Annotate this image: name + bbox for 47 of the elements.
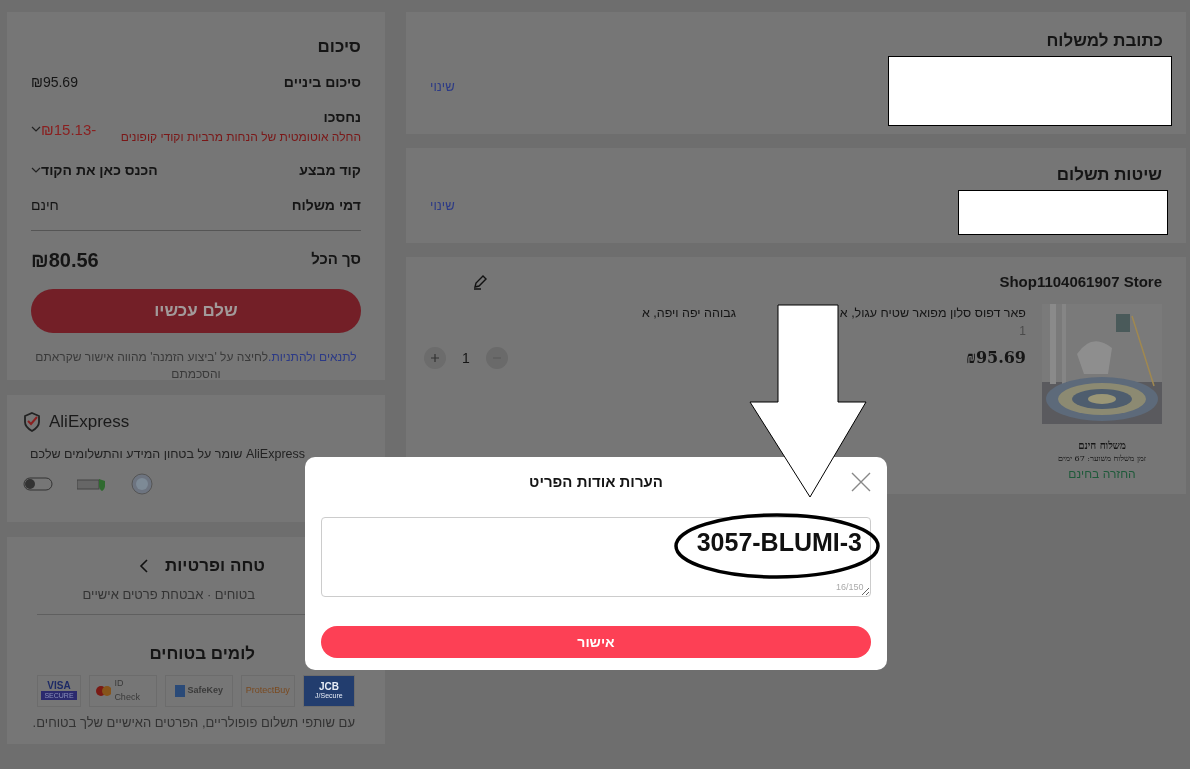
store-name: Shop1104061907 Store: [999, 272, 1162, 292]
section-title: טחה ופרטיות: [165, 555, 265, 577]
total-label: סך הכל: [311, 249, 361, 270]
confirm-button[interactable]: אישור: [321, 626, 871, 658]
certification-badge-icon: [23, 477, 53, 492]
close-icon[interactable]: [851, 472, 871, 492]
pencil-icon[interactable]: [472, 274, 488, 291]
section-title: שיטות תשלום: [1056, 164, 1162, 186]
row-label: סיכום ביניים: [283, 72, 361, 92]
certification-badge-icon: [131, 473, 153, 496]
change-link[interactable]: שינוי: [430, 195, 455, 215]
dialog-title: הערות אודות הפריט: [529, 471, 663, 492]
shipping-label: משלוח חינם: [1077, 438, 1127, 453]
shield-check-icon: [23, 411, 41, 432]
chevron-left-icon[interactable]: [139, 558, 149, 573]
row-label: דמי משלוח: [291, 195, 361, 215]
change-link[interactable]: שינוי: [430, 77, 455, 97]
terms-link[interactable]: לתנאים ולהתניות.: [268, 349, 357, 364]
increase-button[interactable]: [424, 347, 446, 370]
row-value[interactable]: הכנס כאן את הקוד: [41, 159, 158, 181]
brand-name: AliExpress: [49, 411, 130, 433]
chevron-down-icon[interactable]: [31, 166, 41, 174]
returns-label: החזרה בחינם: [1067, 465, 1137, 483]
product-title: גבוהה יפה ויפה, א: [642, 304, 736, 322]
payment-logo: ProtectBuy: [240, 674, 295, 707]
certification-badge-icon: [77, 477, 107, 492]
delivery-time: זמן משלוח משוער: 67 ימים: [1057, 452, 1147, 465]
row-value: ₪95.69: [31, 72, 78, 92]
total-value: ₪80.56: [31, 247, 99, 273]
summary-title: סיכום: [316, 36, 361, 58]
row-value: חינם: [31, 195, 59, 215]
section-title: לומים בטוחים: [148, 643, 256, 665]
chevron-down-icon[interactable]: [31, 126, 41, 134]
section-title: כתובת למשלוח: [1046, 30, 1163, 52]
discount-note: החלה אוטומטית של הנחות מרביות וקודי קופונים: [120, 128, 361, 146]
quantity-value: 1: [462, 348, 470, 368]
product-title: פאר דפוס סלון מפואר שטיח עגול, א: [839, 304, 1026, 322]
row-value: ₪15.13-: [41, 119, 97, 140]
plus-icon: [430, 353, 440, 364]
payment-logo: SafeKey: [164, 674, 233, 707]
row-label: נחסכו: [322, 107, 361, 127]
character-counter: 16/150: [836, 580, 864, 594]
row-label: קוד מבצע: [299, 160, 361, 180]
item-price: ₪95.69: [966, 347, 1026, 370]
trust-text: AliExpress שומר על בטחון המידע והתשלומים שלכם: [30, 445, 305, 463]
security-subtitle: בטוחים · אבטחת פרטים אישיים: [81, 585, 256, 604]
terms-text: לתנאים ולהתניות.לחיצה על 'ביצוע הזמנה' מהווה אישור שקראתם והסכמתם: [34, 348, 358, 383]
